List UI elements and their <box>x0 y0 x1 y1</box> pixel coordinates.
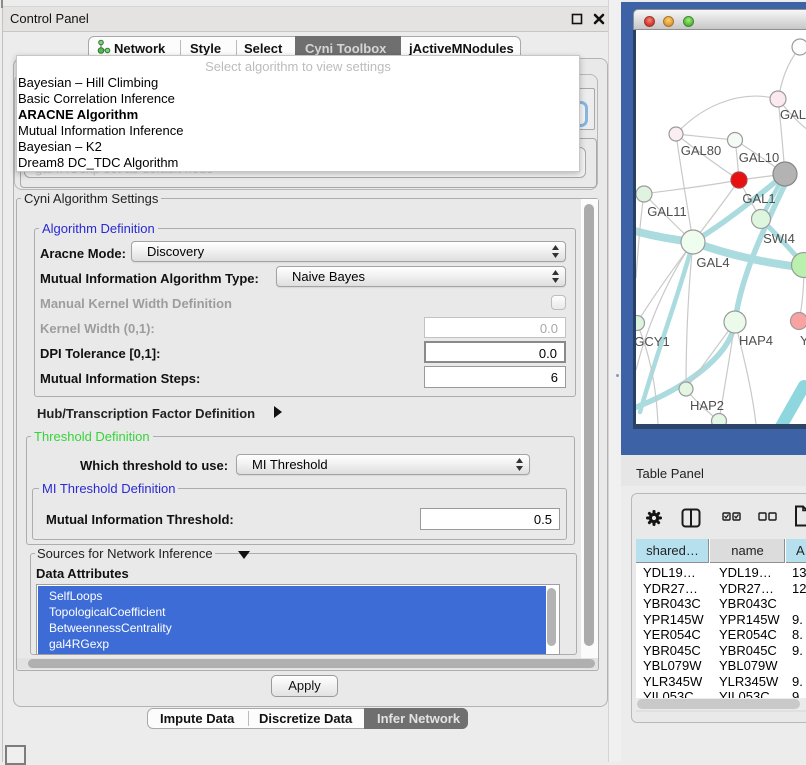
svg-text:GAL11: GAL11 <box>647 204 687 219</box>
svg-text:GCY1: GCY1 <box>636 334 670 349</box>
svg-text:Y: Y <box>800 333 806 348</box>
svg-text:GAL10: GAL10 <box>739 150 779 165</box>
svg-text:HAP2: HAP2 <box>690 398 724 413</box>
svg-text:GAL80: GAL80 <box>681 143 721 158</box>
svg-text:GAL80: GAL80 <box>780 107 806 122</box>
svg-text:HAP4: HAP4 <box>739 333 773 348</box>
svg-text:GAL4: GAL4 <box>696 255 729 270</box>
svg-text:SWI4: SWI4 <box>763 231 795 246</box>
svg-text:GAL1: GAL1 <box>742 191 775 206</box>
